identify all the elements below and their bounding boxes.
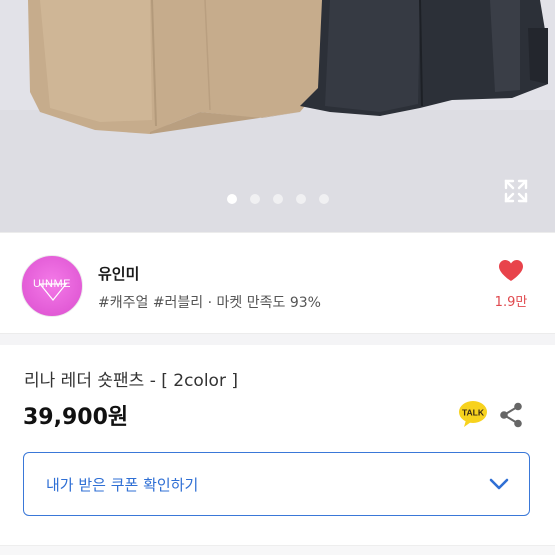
coupon-label: 내가 받은 쿠폰 확인하기 [46, 476, 199, 494]
shop-avatar-text: UINME [33, 278, 71, 290]
like-button[interactable] [498, 259, 524, 283]
coupon-check-button[interactable]: 내가 받은 쿠폰 확인하기 [23, 452, 530, 516]
product-image-gallery[interactable] [0, 0, 555, 232]
carousel-dot[interactable] [226, 194, 237, 204]
section-separator [0, 333, 555, 345]
carousel-dot[interactable] [295, 194, 306, 204]
expand-button[interactable] [502, 177, 530, 205]
expand-icon [504, 179, 528, 203]
product-price: 39,900원 [23, 405, 129, 430]
carousel-dot[interactable] [318, 194, 329, 204]
shop-avatar[interactable]: UINME [21, 255, 83, 317]
carousel-indicator[interactable] [0, 194, 555, 204]
share-button[interactable] [499, 402, 523, 428]
product-title: 리나 레더 숏팬츠 - [ 2color ] [24, 371, 238, 391]
bottom-separator [0, 545, 555, 555]
heart-icon [499, 260, 523, 281]
shop-info[interactable]: UINME 유인미 #캐주얼 #러블리 · 마켓 만족도 93% 1.9만 [0, 233, 555, 333]
shop-tags: #캐주얼 #러블리 · 마켓 만족도 93% [98, 295, 321, 311]
talk-label: TALK [462, 408, 485, 418]
like-count: 1.9만 [494, 295, 528, 310]
talk-icon: TALK [459, 401, 487, 427]
share-icon [500, 402, 522, 428]
kakao-talk-button[interactable]: TALK [458, 400, 488, 428]
chevron-down-icon [489, 478, 509, 490]
carousel-dot[interactable] [272, 194, 283, 204]
carousel-dot[interactable] [249, 194, 260, 204]
shop-name[interactable]: 유인미 [98, 263, 139, 284]
